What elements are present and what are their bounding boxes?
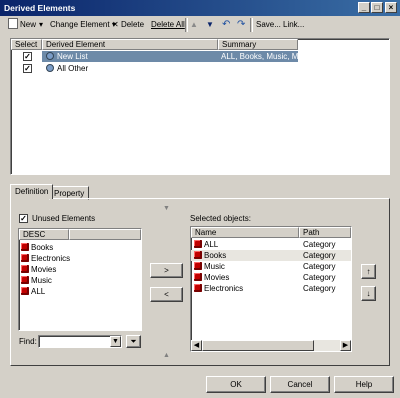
move-down-button[interactable]: ↓ — [361, 286, 376, 301]
derived-element-icon — [46, 64, 54, 72]
move-up-button[interactable]: ↑ — [361, 264, 376, 279]
table-row[interactable]: Electronics Category — [191, 283, 351, 294]
new-button[interactable]: New — [8, 18, 36, 32]
cancel-button[interactable]: Cancel — [270, 376, 330, 393]
new-dropdown-arrow[interactable]: ▾ — [39, 18, 43, 32]
summary-cell: ALL, Books, Music, M... — [218, 51, 298, 62]
toolbar-separator — [250, 18, 253, 32]
list-item[interactable]: ALL — [19, 286, 143, 297]
dimension-member-icon — [21, 287, 29, 295]
dimension-member-icon — [194, 251, 202, 259]
help-button[interactable]: Help — [334, 376, 394, 393]
derived-element-icon — [46, 52, 54, 60]
scroll-left-icon[interactable]: ◀ — [191, 340, 202, 351]
dimension-member-icon — [21, 243, 29, 251]
close-button[interactable]: × — [385, 2, 397, 13]
delete-all-button[interactable]: Delete All — [151, 18, 185, 32]
dimension-member-icon — [21, 265, 29, 273]
redo-icon[interactable]: ↷ — [237, 18, 245, 32]
toolbar-separator — [185, 18, 188, 32]
column-header-desc[interactable]: DESC — [19, 229, 69, 240]
column-header-empty — [69, 229, 141, 240]
list-item[interactable]: Electronics — [19, 253, 143, 264]
tab-definition[interactable]: Definition — [10, 184, 54, 199]
undo-icon[interactable]: ↶ — [222, 18, 230, 32]
unused-elements-list: DESC Books Electronics Movies Music ALL — [18, 228, 142, 331]
horizontal-scrollbar[interactable]: ◀ ▶ — [191, 340, 351, 351]
chevron-down-icon[interactable]: ▼ — [110, 336, 121, 347]
summary-cell — [218, 63, 298, 74]
collapse-down-icon[interactable]: ▲ — [163, 352, 170, 359]
arrow-up-icon: ↑ — [366, 267, 371, 276]
list-item[interactable]: Music — [19, 275, 143, 286]
find-label: Find: — [19, 337, 37, 346]
find-combobox[interactable]: ▼ — [38, 335, 122, 348]
toolbar: New ▾ Change Element ▾ ✕ Delete Delete A… — [2, 16, 398, 34]
add-to-selected-button[interactable]: > — [150, 263, 183, 278]
select-checkbox[interactable]: ✓ — [23, 52, 32, 61]
link-button[interactable]: Link... — [283, 18, 304, 32]
table-row[interactable]: Movies Category — [191, 272, 351, 283]
dimension-member-icon — [194, 262, 202, 270]
scroll-right-icon[interactable]: ▶ — [340, 340, 351, 351]
column-header-select[interactable]: Select — [11, 39, 42, 50]
selected-objects-list: Name Path ALL Category Books Category Mu… — [190, 226, 352, 352]
unused-elements-checkbox[interactable]: ✓ — [19, 214, 28, 223]
table-row[interactable]: Books Category — [191, 250, 351, 261]
move-down-icon[interactable]: ▼ — [206, 18, 214, 32]
column-header-derived-element[interactable]: Derived Element — [42, 39, 218, 50]
delete-icon: ✕ — [112, 20, 119, 29]
new-icon — [8, 18, 18, 29]
move-up-icon[interactable]: ▲ — [190, 18, 198, 32]
derived-element-name: New List — [57, 52, 88, 61]
dimension-member-icon — [194, 284, 202, 292]
delete-button[interactable]: ✕ Delete — [112, 18, 144, 32]
maximize-button[interactable]: □ — [371, 2, 383, 13]
arrow-down-icon: ↓ — [366, 289, 371, 298]
dimension-member-icon — [21, 254, 29, 262]
table-row[interactable]: ✓ New List ALL, Books, Music, M... — [11, 51, 389, 62]
list-item[interactable]: Movies — [19, 264, 143, 275]
scrollbar-thumb[interactable] — [202, 340, 314, 351]
dimension-member-icon — [194, 240, 202, 248]
filter-icon: ⏷ — [130, 337, 137, 346]
dimension-member-icon — [194, 273, 202, 281]
derived-elements-table: Select Derived Element Summary ✓ New Lis… — [10, 38, 390, 175]
column-header-summary[interactable]: Summary — [218, 39, 298, 50]
ok-button[interactable]: OK — [206, 376, 266, 393]
unused-elements-label: Unused Elements — [32, 214, 96, 223]
derived-element-name: All Other — [57, 64, 89, 73]
save-button[interactable]: Save... — [256, 18, 281, 32]
select-checkbox[interactable]: ✓ — [23, 64, 32, 73]
table-row[interactable]: ALL Category — [191, 239, 351, 250]
column-header-path[interactable]: Path — [299, 227, 351, 238]
change-element-button[interactable]: Change Element ▾ — [50, 18, 116, 32]
selected-objects-label: Selected objects: — [190, 214, 251, 223]
column-header-name[interactable]: Name — [191, 227, 299, 238]
collapse-up-icon[interactable]: ▼ — [163, 205, 170, 212]
window-title: Derived Elements — [4, 3, 76, 13]
minimize-button[interactable]: _ — [358, 2, 370, 13]
unused-elements-toggle[interactable]: ✓ Unused Elements — [19, 213, 149, 225]
title-bar: Derived Elements — [0, 0, 400, 16]
remove-from-selected-button[interactable]: < — [150, 287, 183, 302]
list-item[interactable]: Books — [19, 242, 143, 253]
table-row[interactable]: ✓ All Other — [11, 63, 389, 74]
filter-button[interactable]: ⏷ — [126, 335, 141, 348]
table-row[interactable]: Music Category — [191, 261, 351, 272]
dimension-member-icon — [21, 276, 29, 284]
